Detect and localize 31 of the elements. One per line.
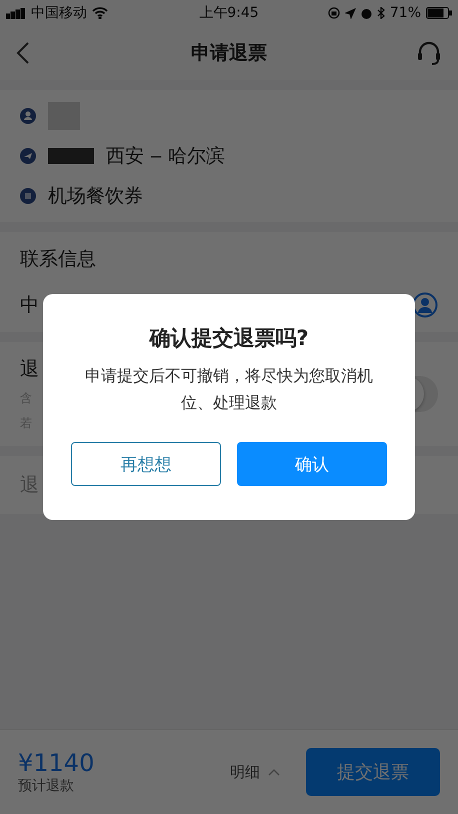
amount-label: 预计退款: [18, 777, 75, 795]
rotation-lock-icon: [328, 7, 340, 19]
section-heading: 退: [20, 357, 39, 382]
wifi-icon: [92, 7, 108, 19]
contact-value: 中: [20, 293, 39, 318]
carrier-name: 中国移动: [31, 4, 87, 22]
plane-icon: [20, 148, 36, 164]
confirm-button[interactable]: 确认: [237, 442, 387, 486]
contact-person-icon[interactable]: [412, 292, 438, 318]
clock-time: 上午9:45: [199, 4, 259, 22]
signal-icon: [6, 8, 26, 18]
bluetooth-icon: [376, 7, 385, 19]
headset-icon[interactable]: [416, 40, 442, 66]
cancel-button[interactable]: 再想想: [71, 442, 221, 486]
caret-icon: [268, 768, 280, 776]
person-icon: [20, 108, 36, 124]
product-name: 机场餐饮券: [48, 184, 143, 209]
battery-percent: 71%: [390, 5, 421, 21]
battery-icon: [426, 7, 452, 19]
submit-button[interactable]: 提交退票: [306, 748, 440, 796]
flight-route: 西安 ‒ 哈尔滨: [106, 144, 226, 169]
dialog-message: 申请提交后不可撤销，将尽快为您取消机位、处理退款: [84, 365, 374, 414]
back-icon[interactable]: [16, 41, 30, 65]
dialog-title: 确认提交退票吗?: [149, 325, 309, 352]
list-icon: [20, 188, 36, 204]
blurred-flight-number: [48, 148, 94, 164]
location-icon: [344, 8, 356, 18]
section-heading: 联系信息: [20, 247, 97, 272]
refund-amount: ¥1140: [18, 749, 96, 777]
page-title: 申请退票: [191, 41, 267, 66]
details-toggle[interactable]: 明细: [230, 762, 280, 782]
